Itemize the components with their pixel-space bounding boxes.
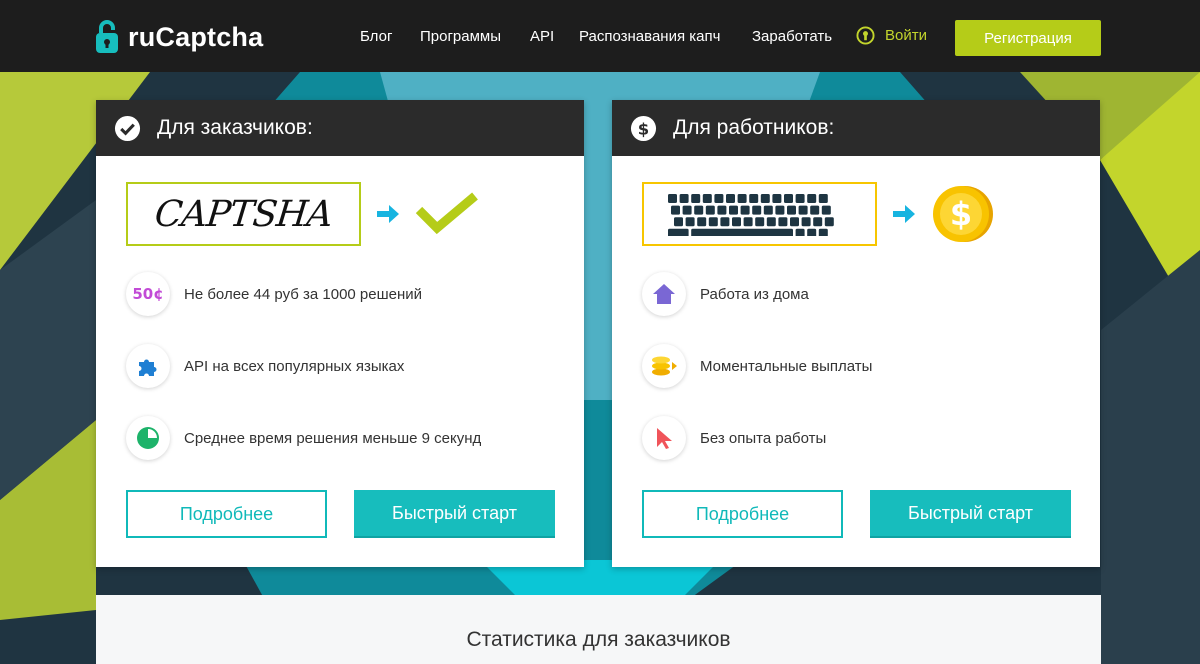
coin-50c-icon: 50¢	[126, 272, 170, 316]
timer-icon	[137, 427, 159, 449]
feature-text: API на всех популярных языках	[184, 357, 405, 375]
keyboard-image	[642, 182, 877, 246]
customers-card-title: Для заказчиков:	[157, 116, 313, 139]
padlock-icon	[96, 20, 118, 53]
list-item: 50¢ Не более 44 руб за 1000 решений	[126, 272, 566, 316]
register-button[interactable]: Регистрация	[955, 20, 1101, 56]
coins-stack-icon	[652, 356, 677, 376]
captcha-sample-text: CAPTSHA	[152, 193, 335, 235]
captcha-demo: CAPTSHA	[126, 182, 479, 246]
list-item: API на всех популярных языках	[126, 344, 566, 388]
checkmark-circle-icon	[114, 115, 141, 141]
captcha-sample: CAPTSHA	[126, 182, 361, 246]
feature-text: Работа из дома	[700, 285, 809, 303]
list-item: Моментальные выплаты	[642, 344, 1082, 388]
workers-card-header: $ Для работников:	[612, 100, 1100, 156]
nav-item-recognition[interactable]: Распознавания капч	[579, 28, 720, 45]
keyhole-icon	[856, 26, 875, 45]
house-icon	[653, 284, 675, 304]
cursor-icon	[657, 428, 672, 449]
customers-card-header: Для заказчиков:	[96, 100, 584, 156]
arrow-right-icon	[893, 205, 915, 223]
list-item: Среднее время решения меньше 9 секунд	[126, 416, 566, 460]
nav-item-blog[interactable]: Блог	[360, 28, 392, 45]
stats-section: Статистика для заказчиков	[96, 595, 1101, 664]
logo-text: ruCaptcha	[128, 21, 264, 52]
svg-text:$: $	[638, 119, 649, 138]
list-item: Без опыта работы	[642, 416, 1082, 460]
feature-text: Моментальные выплаты	[700, 357, 873, 375]
feature-text: Среднее время решения меньше 9 секунд	[184, 429, 482, 447]
feature-text: Не более 44 руб за 1000 решений	[184, 285, 423, 303]
login-link[interactable]: Войти	[856, 26, 927, 45]
workers-card-title: Для работников:	[673, 116, 835, 139]
stats-title: Статистика для заказчиков	[466, 628, 731, 651]
gold-coin-icon: $	[933, 186, 993, 242]
keyboard-icon	[667, 194, 834, 236]
customers-more-button[interactable]: Подробнее	[126, 490, 327, 538]
nav-item-api[interactable]: API	[530, 28, 554, 45]
feature-text: Без опыта работы	[700, 429, 827, 447]
nav-item-programs[interactable]: Программы	[420, 28, 501, 45]
arrow-right-icon	[377, 205, 399, 223]
dollar-circle-icon: $	[630, 115, 657, 141]
workers-quick-start-button[interactable]: Быстрый старт	[870, 490, 1071, 538]
login-label: Войти	[885, 27, 927, 44]
green-checkmark-icon	[415, 192, 478, 235]
nav-item-earn[interactable]: Заработать	[752, 28, 832, 45]
keyboard-demo: $	[642, 182, 995, 246]
workers-more-button[interactable]: Подробнее	[642, 490, 843, 538]
logo[interactable]: ruCaptcha	[94, 18, 263, 56]
workers-card: $ Для работников: $ Работа из дома Момен…	[612, 100, 1100, 567]
svg-text:$: $	[950, 195, 972, 233]
customers-card: Для заказчиков: CAPTSHA 50¢ Не более 44 …	[96, 100, 584, 567]
customers-quick-start-button[interactable]: Быстрый старт	[354, 490, 555, 538]
list-item: Работа из дома	[642, 272, 1082, 316]
puzzle-icon	[139, 359, 157, 376]
top-header: ruCaptcha Блог Программы API Распознаван…	[0, 0, 1200, 72]
